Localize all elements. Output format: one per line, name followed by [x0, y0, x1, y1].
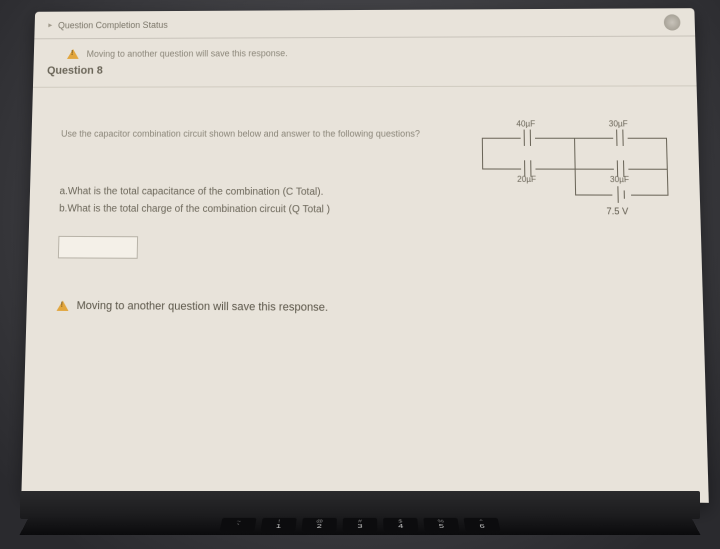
- gear-icon[interactable]: [664, 14, 681, 30]
- circuit-diagram: 40µF 30µF 20µF 30µF 7.5 V: [482, 117, 669, 210]
- warning-icon: [67, 49, 79, 59]
- battery-icon: [612, 187, 631, 202]
- key-5: %5: [423, 517, 459, 531]
- capacitor-c4-label: 30µF: [610, 175, 629, 184]
- question-prompt: Use the capacitor combination circuit sh…: [61, 128, 441, 141]
- warning-icon: [57, 300, 69, 310]
- capacitor-c1-label: 40µF: [516, 119, 535, 128]
- quiz-screen: ▸ Question Completion Status Moving to a…: [21, 8, 708, 503]
- keyboard: ~` !1 @2 #3 $4 %5 ^6: [19, 515, 700, 535]
- question-number-label: Question 8: [33, 61, 697, 88]
- capacitor-c2-label: 30µF: [609, 119, 628, 128]
- chevron-right-icon: ▸: [48, 21, 52, 30]
- key-2: @2: [302, 517, 337, 531]
- warning-text-top: Moving to another question will save thi…: [87, 48, 288, 59]
- answer-input[interactable]: [58, 235, 138, 258]
- key-4: $4: [383, 517, 418, 531]
- warning-text-bottom: Moving to another question will save thi…: [76, 299, 328, 313]
- key-3: #3: [343, 517, 378, 531]
- capacitor-c3: [521, 163, 536, 173]
- capacitor-c3-label: 20µF: [517, 175, 536, 184]
- warning-row-top: Moving to another question will save thi…: [34, 36, 696, 63]
- completion-status-link[interactable]: ▸ Question Completion Status: [48, 19, 168, 29]
- top-bar: ▸ Question Completion Status: [34, 8, 695, 39]
- question-content: Use the capacitor combination circuit sh…: [26, 86, 704, 337]
- key-1: !1: [260, 517, 296, 531]
- capacitor-c1: [521, 133, 535, 143]
- warning-row-bottom: Moving to another question will save thi…: [56, 299, 682, 316]
- capacitor-c4: [614, 163, 629, 173]
- key-6: ^6: [463, 517, 500, 531]
- photo-background: ▸ Question Completion Status Moving to a…: [0, 0, 720, 549]
- capacitor-c2: [613, 133, 628, 143]
- key-tilde: ~`: [219, 517, 256, 531]
- voltage-label: 7.5 V: [606, 206, 628, 216]
- completion-status-label: Question Completion Status: [58, 19, 168, 29]
